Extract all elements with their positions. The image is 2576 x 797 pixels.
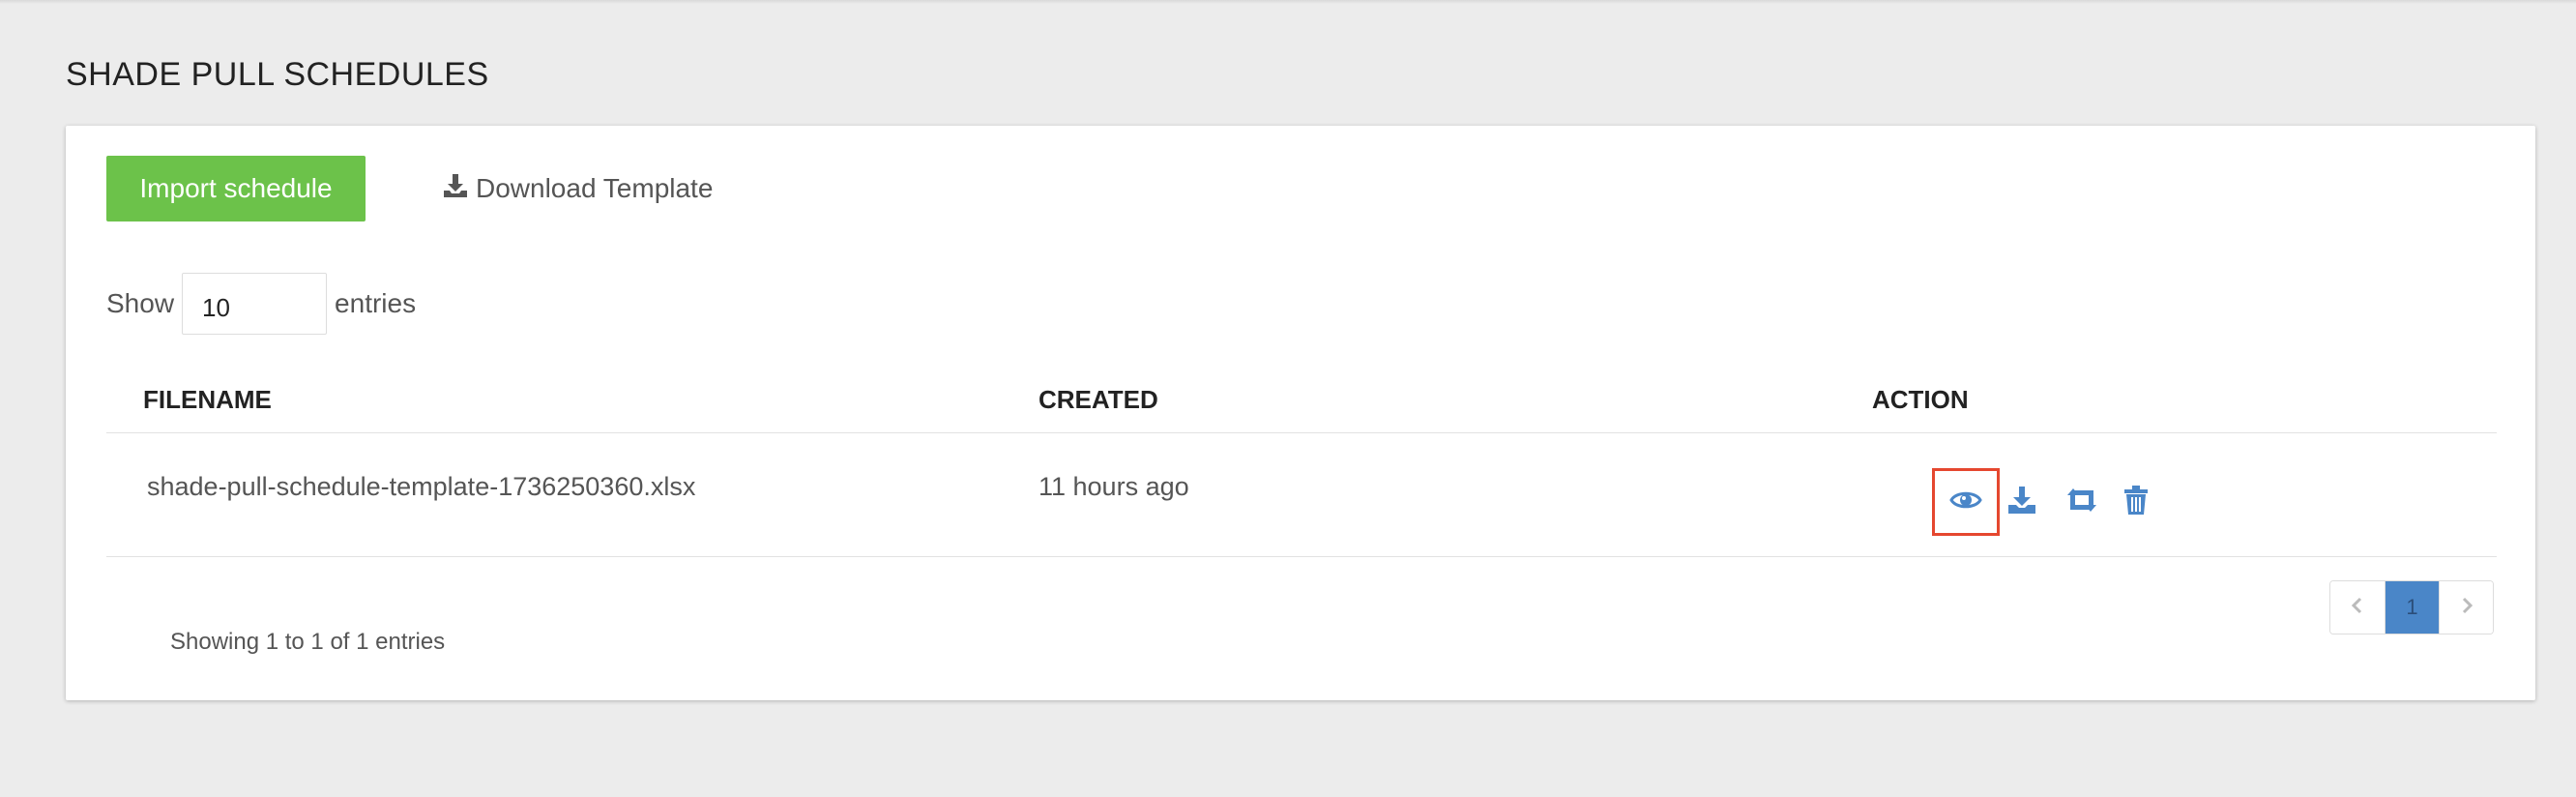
download-template-button[interactable]: Download Template	[441, 167, 713, 210]
next-page-button[interactable]	[2439, 581, 2493, 634]
chevron-left-icon	[2349, 595, 2366, 620]
created-cell: 11 hours ago	[1039, 472, 1189, 501]
download-file-button[interactable]	[1988, 468, 2056, 536]
header-action: ACTION	[1872, 385, 1969, 414]
delete-button[interactable]	[2102, 468, 2170, 536]
page-button-current[interactable]: 1	[2385, 581, 2439, 634]
entries-label: entries	[335, 288, 417, 318]
download-icon	[2005, 484, 2038, 521]
chevron-right-icon	[2458, 595, 2475, 620]
show-label: Show	[106, 288, 175, 318]
entries-count-input[interactable]	[182, 273, 328, 335]
trash-icon	[2120, 484, 2152, 521]
entries-length-control: Show entries	[106, 273, 416, 335]
schedules-card: Import schedule Download Template Show e…	[66, 126, 2535, 700]
header-created[interactable]: CREATED	[1039, 385, 1158, 415]
pagination: 1	[2329, 580, 2494, 635]
download-template-label: Download Template	[476, 173, 714, 203]
table-header: FILENAME CREATED ACTION	[106, 368, 2497, 433]
filename-cell: shade-pull-schedule-template-1736250360.…	[147, 472, 696, 501]
eye-icon	[1949, 484, 1982, 521]
import-schedule-button[interactable]: Import schedule	[106, 156, 366, 221]
table-info: Showing 1 to 1 of 1 entries	[170, 629, 446, 655]
previous-page-button[interactable]	[2330, 581, 2385, 634]
retweet-icon	[2065, 484, 2098, 521]
page-title: SHADE PULL SCHEDULES	[66, 56, 489, 93]
header-filename[interactable]: FILENAME	[143, 385, 272, 415]
download-icon	[441, 171, 470, 207]
top-shadow	[0, 0, 2576, 4]
